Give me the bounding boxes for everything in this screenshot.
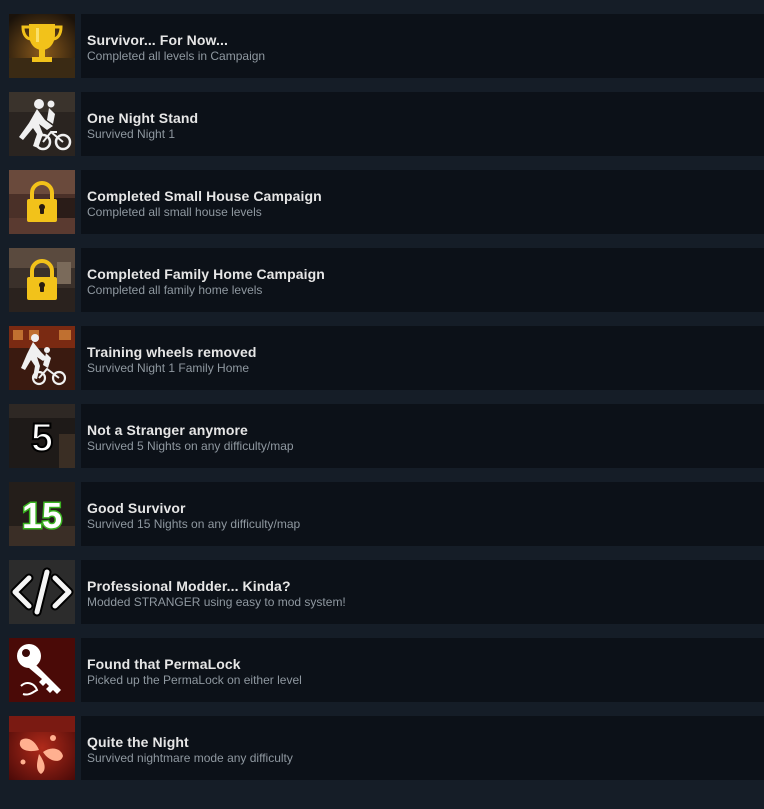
bicycle-figure-icon bbox=[9, 92, 75, 156]
achievement-description: Completed all levels in Campaign bbox=[87, 49, 266, 63]
achievement-text: One Night Stand Survived Night 1 bbox=[81, 92, 764, 156]
achievement-row[interactable]: Completed Small House Campaign Completed… bbox=[0, 170, 764, 234]
achievement-title: Completed Small House Campaign bbox=[87, 188, 322, 204]
key-icon bbox=[9, 638, 75, 702]
achievement-row[interactable]: Survivor... For Now... Completed all lev… bbox=[0, 14, 764, 78]
achievement-title: Not a Stranger anymore bbox=[87, 422, 248, 438]
achievement-text: Survivor... For Now... Completed all lev… bbox=[81, 14, 764, 78]
achievement-description: Survived nightmare mode any difficulty bbox=[87, 751, 293, 765]
achievement-title: Found that PermaLock bbox=[87, 656, 241, 672]
achievement-list: Survivor... For Now... Completed all lev… bbox=[0, 0, 764, 809]
number-5-icon: 5 bbox=[9, 404, 75, 468]
padlock-icon bbox=[9, 170, 75, 234]
achievement-text: Completed Family Home Campaign Completed… bbox=[81, 248, 764, 312]
number-label: 5 bbox=[31, 416, 53, 460]
achievement-description: Completed all family home levels bbox=[87, 283, 263, 297]
achievement-text: Professional Modder... Kinda? Modded STR… bbox=[81, 560, 764, 624]
achievement-row[interactable]: Training wheels removed Survived Night 1… bbox=[0, 326, 764, 390]
number-15-icon: 15 bbox=[9, 482, 75, 546]
achievement-text: Good Survivor Survived 15 Nights on any … bbox=[81, 482, 764, 546]
trophy-icon bbox=[9, 14, 75, 78]
number-label: 15 bbox=[22, 495, 62, 536]
achievement-title: Training wheels removed bbox=[87, 344, 257, 360]
achievement-description: Survived 15 Nights on any difficulty/map bbox=[87, 517, 301, 531]
achievement-title: Professional Modder... Kinda? bbox=[87, 578, 291, 594]
achievement-row[interactable]: 15 Good Survivor Survived 15 Nights on a… bbox=[0, 482, 764, 546]
achievement-description: Survived Night 1 bbox=[87, 127, 176, 141]
blood-splatter-icon bbox=[9, 716, 75, 780]
achievement-text: Quite the Night Survived nightmare mode … bbox=[81, 716, 764, 780]
achievement-description: Picked up the PermaLock on either level bbox=[87, 673, 302, 687]
achievement-description: Modded STRANGER using easy to mod system… bbox=[87, 595, 346, 609]
achievement-text: Training wheels removed Survived Night 1… bbox=[81, 326, 764, 390]
achievement-row[interactable]: Found that PermaLock Picked up the Perma… bbox=[0, 638, 764, 702]
achievement-text: Not a Stranger anymore Survived 5 Nights… bbox=[81, 404, 764, 468]
achievement-description: Completed all small house levels bbox=[87, 205, 262, 219]
achievement-text: Completed Small House Campaign Completed… bbox=[81, 170, 764, 234]
achievement-row[interactable]: Quite the Night Survived nightmare mode … bbox=[0, 716, 764, 780]
bicycle-figure-icon bbox=[9, 326, 75, 390]
achievement-title: One Night Stand bbox=[87, 110, 199, 126]
achievement-row[interactable]: One Night Stand Survived Night 1 bbox=[0, 92, 764, 156]
achievement-title: Survivor... For Now... bbox=[87, 32, 228, 48]
achievement-row[interactable]: Completed Family Home Campaign Completed… bbox=[0, 248, 764, 312]
achievement-description: Survived 5 Nights on any difficulty/map bbox=[87, 439, 294, 453]
achievement-row[interactable]: Professional Modder... Kinda? Modded STR… bbox=[0, 560, 764, 624]
achievement-description: Survived Night 1 Family Home bbox=[87, 361, 250, 375]
achievement-row[interactable]: 5 Not a Stranger anymore Survived 5 Nigh… bbox=[0, 404, 764, 468]
achievement-title: Quite the Night bbox=[87, 734, 189, 750]
achievement-title: Completed Family Home Campaign bbox=[87, 266, 325, 282]
achievement-text: Found that PermaLock Picked up the Perma… bbox=[81, 638, 764, 702]
achievement-title: Good Survivor bbox=[87, 500, 186, 516]
code-brackets-icon bbox=[9, 560, 75, 624]
padlock-icon bbox=[9, 248, 75, 312]
